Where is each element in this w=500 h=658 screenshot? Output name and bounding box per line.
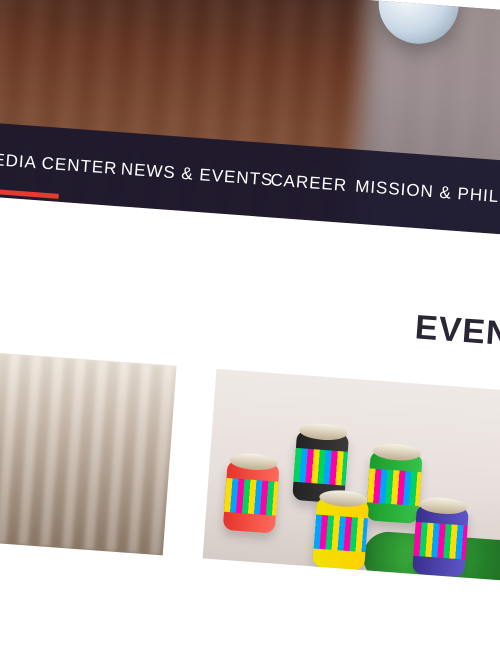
- page: MEDIA CENTER NEWS & EVENTS CAREER MISSIO…: [0, 0, 500, 658]
- nav-item-career[interactable]: CAREER: [268, 143, 350, 222]
- nav-item-label: MEDIA CENTER: [0, 148, 119, 179]
- paint-can: [365, 450, 423, 525]
- event-card-image-left[interactable]: [0, 347, 177, 556]
- paint-can-label: [224, 477, 279, 516]
- nav-item-label: NEWS & EVENTS: [120, 159, 274, 190]
- paint-can: [222, 459, 280, 534]
- nav-item-mission-philosophy[interactable]: MISSION & PHILO: [352, 150, 500, 235]
- paint-can-label: [367, 468, 422, 507]
- paint-can-label: [293, 447, 348, 486]
- paint-can-label: [313, 514, 368, 553]
- nav-item-news-events[interactable]: NEWS & EVENTS: [118, 132, 276, 217]
- paint-can: [312, 496, 370, 571]
- event-card-image-right[interactable]: [202, 368, 500, 582]
- main-content: EVEN: [0, 193, 500, 658]
- nav-item-label: CAREER: [269, 170, 348, 195]
- nav-item-label: MISSION & PHILO: [354, 176, 500, 208]
- section-title: EVEN: [413, 308, 500, 354]
- paint-can-label: [413, 521, 468, 560]
- paint-can: [411, 503, 469, 578]
